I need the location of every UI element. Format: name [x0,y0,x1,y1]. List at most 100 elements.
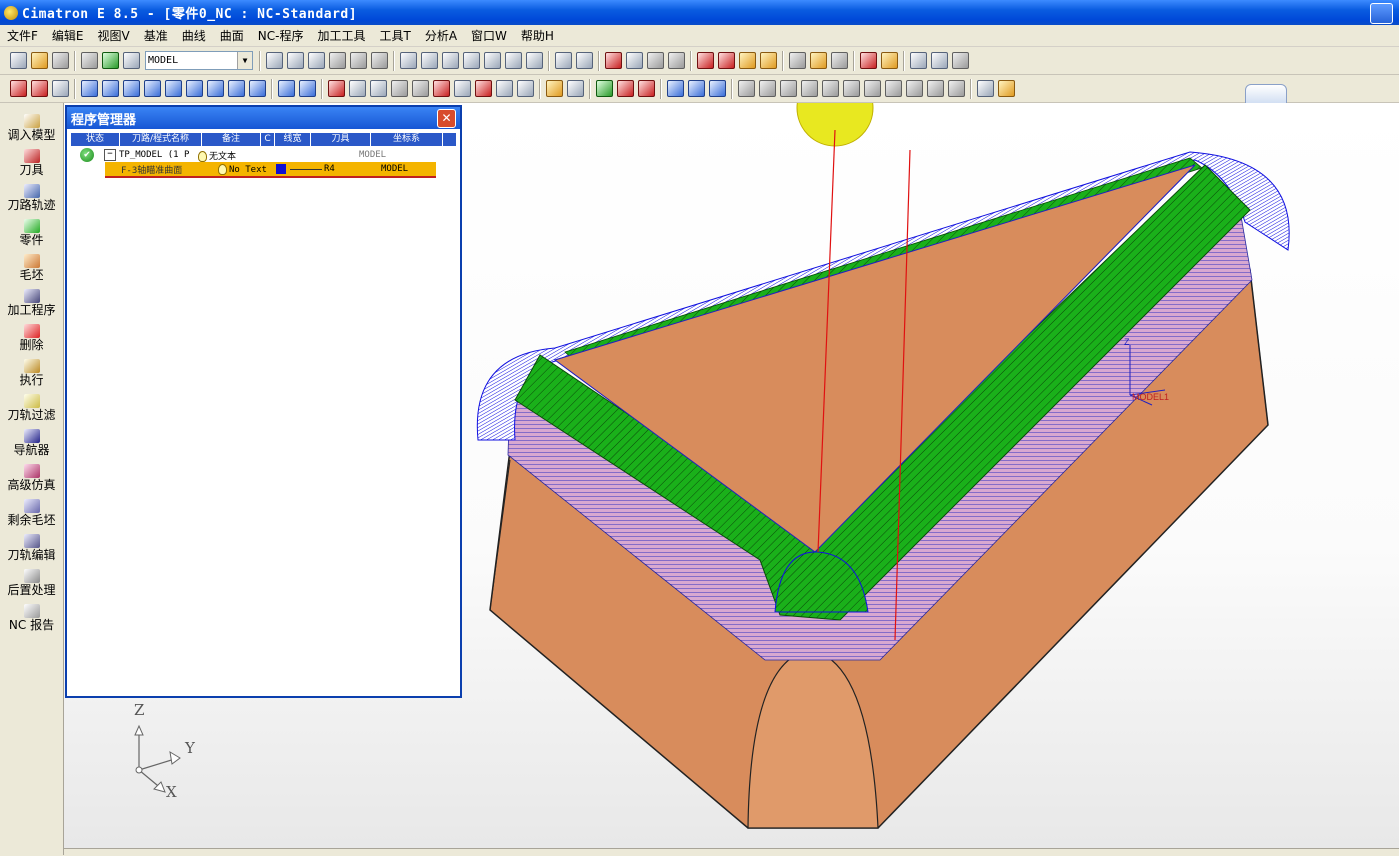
magnify-icon[interactable] [329,52,346,69]
model-select[interactable]: MODEL ▼ [145,51,253,70]
program-manager-title-bar[interactable]: 程序管理器 [67,107,460,129]
surface-select-9-icon[interactable] [249,80,266,97]
view-left-icon[interactable] [484,52,501,69]
light-on-icon[interactable] [810,52,827,69]
draw-icon[interactable] [546,80,563,97]
color-display-icon[interactable] [328,80,345,97]
lp-post-process[interactable]: 后置处理 [0,567,63,602]
set-model-icon[interactable] [123,52,140,69]
xyz-tool-icon[interactable] [948,80,965,97]
filter-display-icon[interactable] [760,52,777,69]
menu-tools[interactable]: 工具T [372,27,417,44]
line-tool-2-icon[interactable] [759,80,776,97]
axis-icon[interactable] [667,80,684,97]
display-mode-dropdown-icon[interactable] [668,52,685,69]
menu-help[interactable]: 帮助H [514,27,561,44]
menu-curve[interactable]: 曲线 [175,27,213,44]
open-folder-icon[interactable] [31,52,48,69]
lp-delete[interactable]: 删除 [0,322,63,357]
menu-surface[interactable]: 曲面 [213,27,251,44]
grid-icon[interactable] [496,80,513,97]
surface-select-8-icon[interactable] [228,80,245,97]
view-back-icon[interactable] [505,52,522,69]
measure-icon[interactable] [931,52,948,69]
menu-edit[interactable]: 编辑E [45,27,91,44]
menu-machining-tools[interactable]: 加工工具 [310,27,372,44]
col-c[interactable]: C [261,133,275,146]
comment-icon[interactable] [391,80,408,97]
surface-select-4-icon[interactable] [144,80,161,97]
lp-nc-report[interactable]: NC 报告 [0,602,63,637]
menu-file[interactable]: 文件F [0,27,45,44]
view-iso-icon[interactable] [400,52,417,69]
section-icon[interactable] [697,52,714,69]
axis-2-icon[interactable] [688,80,705,97]
chevron-down-icon[interactable]: ▼ [237,52,252,69]
tool-display-icon[interactable] [433,80,450,97]
view-manager-icon[interactable] [555,52,572,69]
box-tool-icon[interactable] [927,80,944,97]
close-icon[interactable]: ✕ [437,109,456,128]
col-status[interactable]: 状态 [71,133,120,146]
surface-select-2-icon[interactable] [102,80,119,97]
lp-remaining-stock[interactable]: 剩余毛坯 [0,497,63,532]
table-row-selected[interactable]: F-3轴瞄准曲面 No Text R4 MODEL [105,162,436,178]
clip-icon[interactable] [718,52,735,69]
save-icon[interactable] [52,52,69,69]
col-coord[interactable]: 坐标系 [371,133,443,146]
coordinate-icon[interactable] [910,52,927,69]
box-icon[interactable] [475,80,492,97]
view-right-icon[interactable] [463,52,480,69]
circle-icon[interactable] [412,80,429,97]
light-off-icon[interactable] [831,52,848,69]
vertex-tool-icon[interactable] [906,80,923,97]
col-tool[interactable]: 刀具 [311,133,371,146]
hidden-line-icon[interactable] [647,52,664,69]
lp-stock[interactable]: 毛坯 [0,252,63,287]
col-note[interactable]: 备注 [202,133,261,146]
surface-select-7-icon[interactable] [207,80,224,97]
view-front-icon[interactable] [442,52,459,69]
menu-view[interactable]: 视图V [91,27,137,44]
render-settings-icon[interactable] [576,52,593,69]
lp-tool[interactable]: 刀具 [0,147,63,182]
show-hide-icon[interactable] [739,52,756,69]
circle-tool-icon[interactable] [780,80,797,97]
col-name[interactable]: 刀路/程式名称 [120,133,202,146]
restore-button[interactable] [1370,3,1393,24]
surface-select-1-icon[interactable] [81,80,98,97]
cross-tool-icon[interactable] [843,80,860,97]
table-icon[interactable] [370,80,387,97]
print-icon[interactable] [81,52,98,69]
face-tool-2-icon[interactable] [299,80,316,97]
lp-toolpath[interactable]: 刀路轨迹 [0,182,63,217]
menu-analysis[interactable]: 分析A [418,27,464,44]
align-icon[interactable] [517,80,534,97]
link-icon[interactable] [454,80,471,97]
lp-load-model[interactable]: 调入模型 [0,112,63,147]
deselect-icon[interactable] [31,80,48,97]
mark-2-icon[interactable] [638,80,655,97]
shape-icon[interactable] [567,80,584,97]
normal-tool-icon[interactable] [864,80,881,97]
curve-tool-icon[interactable] [801,80,818,97]
view-top-icon[interactable] [421,52,438,69]
layer-tool-icon[interactable] [596,80,613,97]
shaded-icon[interactable] [605,52,622,69]
menu-nc-program[interactable]: NC-程序 [251,27,311,44]
line-tool-icon[interactable] [738,80,755,97]
layer-icon[interactable] [102,52,119,69]
light-bulb-icon[interactable] [789,52,806,69]
face-tool-1-icon[interactable] [278,80,295,97]
col-line-width[interactable]: 线宽 [275,133,311,146]
collapse-icon[interactable]: − [104,149,116,161]
menu-window[interactable]: 窗口W [464,27,514,44]
new-file-icon[interactable] [10,52,27,69]
axis-3-icon[interactable] [709,80,726,97]
zoom-all-icon[interactable] [266,52,283,69]
lp-filter[interactable]: 刀轨过滤 [0,392,63,427]
lp-execute[interactable]: 执行 [0,357,63,392]
surface-select-5-icon[interactable] [165,80,182,97]
select-filter-icon[interactable] [52,80,69,97]
fill-icon[interactable] [998,80,1015,97]
